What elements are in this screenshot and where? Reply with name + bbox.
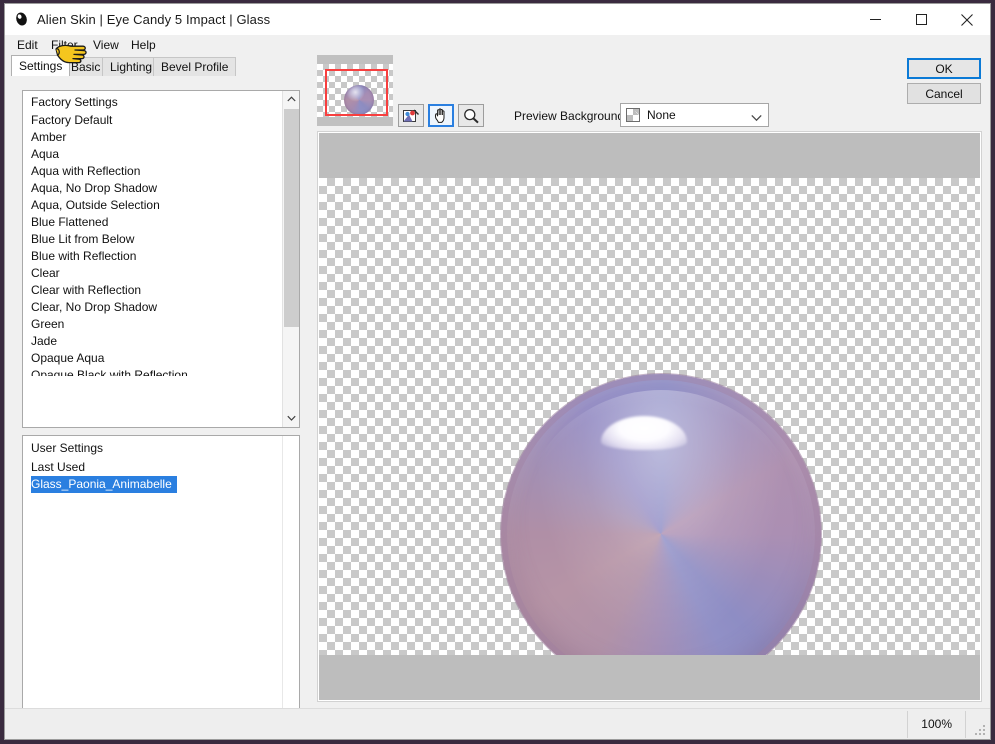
list-group-header: Factory Settings xyxy=(31,95,118,109)
list-item[interactable]: Opaque Black with Reflection xyxy=(23,367,281,376)
factory-settings-list[interactable]: Factory Settings Factory Default Amber A… xyxy=(22,90,300,428)
menu-item-help[interactable]: Help xyxy=(127,37,160,53)
alien-head-icon xyxy=(13,11,31,29)
user-settings-list[interactable]: User Settings Last Used Glass_Paonia_Ani… xyxy=(22,435,300,725)
list-item[interactable]: Aqua with Reflection xyxy=(23,163,281,180)
canvas-band-top xyxy=(319,133,980,178)
list-group-header: User Settings xyxy=(31,441,104,455)
list-item[interactable]: Green xyxy=(23,316,281,333)
tab-lighting[interactable]: Lighting xyxy=(102,57,161,76)
window-title: Alien Skin | Eye Candy 5 Impact | Glass xyxy=(37,12,271,27)
factory-list-scrollbar[interactable] xyxy=(282,91,299,427)
menu-item-view[interactable]: View xyxy=(89,37,123,53)
list-item[interactable]: Amber xyxy=(23,129,281,146)
transparency-checkerboard xyxy=(319,178,980,694)
close-icon[interactable] xyxy=(944,4,990,35)
list-item[interactable]: Factory Default xyxy=(23,112,281,129)
preview-background-value: None xyxy=(647,108,676,122)
list-item[interactable]: Last Used xyxy=(23,459,282,476)
list-item[interactable]: Aqua xyxy=(23,146,281,163)
settings-panel: Settings Basic Lighting Bevel Profile Fa… xyxy=(5,55,311,739)
status-divider xyxy=(965,711,966,738)
preview-canvas[interactable] xyxy=(317,131,982,702)
canvas-band-bottom xyxy=(319,655,980,700)
eyedropper-icon[interactable] xyxy=(398,104,424,127)
checkerboard-swatch-icon xyxy=(626,108,640,122)
list-item[interactable]: Aqua, Outside Selection xyxy=(23,197,281,214)
chevron-up-icon[interactable] xyxy=(283,91,299,108)
status-divider xyxy=(907,711,908,738)
list-item[interactable]: Blue Flattened xyxy=(23,214,281,231)
user-list-scrollbar-track xyxy=(282,436,299,724)
maximize-icon[interactable] xyxy=(898,4,944,35)
title-bar: Alien Skin | Eye Candy 5 Impact | Glass xyxy=(5,4,990,35)
list-item[interactable]: Jade xyxy=(23,333,281,350)
status-bar: 100% xyxy=(5,708,990,739)
list-item[interactable]: Aqua, No Drop Shadow xyxy=(23,180,281,197)
menu-item-filter[interactable]: Filter xyxy=(47,37,82,53)
list-item[interactable]: Clear, No Drop Shadow xyxy=(23,299,281,316)
cancel-button[interactable]: Cancel xyxy=(907,83,981,104)
navigator-viewport-box[interactable] xyxy=(325,69,388,116)
navigator-thumbnail[interactable] xyxy=(317,55,393,126)
minimize-icon[interactable] xyxy=(852,4,898,35)
chevron-down-icon[interactable] xyxy=(283,410,299,427)
hand-icon[interactable] xyxy=(428,104,454,127)
magnifier-icon[interactable] xyxy=(458,104,484,127)
tab-bevel-profile[interactable]: Bevel Profile xyxy=(153,57,237,76)
list-item[interactable]: Clear with Reflection xyxy=(23,282,281,299)
menu-item-edit[interactable]: Edit xyxy=(13,37,42,53)
tab-strip: Settings Basic Lighting Bevel Profile xyxy=(5,55,311,76)
list-item[interactable]: Blue with Reflection xyxy=(23,248,281,265)
preview-panel: Preview Background: None OK Cancel xyxy=(311,55,990,708)
list-item-selected[interactable]: Glass_Paonia_Animabelle xyxy=(31,476,177,493)
chevron-down-icon[interactable] xyxy=(751,111,762,125)
preview-background-select[interactable]: None xyxy=(620,103,769,127)
application-window: Alien Skin | Eye Candy 5 Impact | Glass … xyxy=(4,3,991,740)
list-item[interactable]: Blue Lit from Below xyxy=(23,231,281,248)
zoom-level-label: 100% xyxy=(921,717,952,731)
list-item[interactable]: Opaque Aqua xyxy=(23,350,281,367)
scrollbar-thumb[interactable] xyxy=(284,109,299,327)
resize-grip-icon[interactable] xyxy=(974,724,986,736)
list-item[interactable]: Clear xyxy=(23,265,281,282)
menu-bar: Edit Filter View Help xyxy=(5,35,990,55)
preview-background-label: Preview Background: xyxy=(514,109,628,123)
tab-settings[interactable]: Settings xyxy=(11,55,71,76)
ok-button[interactable]: OK xyxy=(907,58,981,79)
